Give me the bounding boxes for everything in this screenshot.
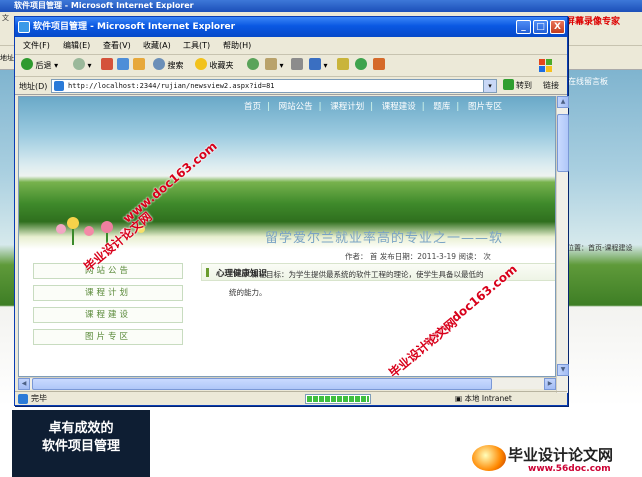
menu-file[interactable]: 文件(F) [23, 40, 50, 51]
forward-button[interactable]: ▾ [73, 58, 92, 73]
vertical-scroll-thumb[interactable] [557, 114, 569, 172]
article-body-line-2: 统的能力。 [229, 288, 267, 297]
research-icon [373, 58, 385, 70]
section-marker [206, 268, 209, 277]
search-button[interactable]: 搜索 [153, 58, 184, 73]
mail-button[interactable]: ▾ [265, 58, 284, 73]
ie-titlebar[interactable]: 软件项目管理 - Microsoft Internet Explorer _ □… [15, 17, 567, 37]
status-text: 完毕 [31, 394, 47, 403]
forward-arrow-icon [73, 58, 85, 70]
outer-window-titlebar: 软件项目管理 - Microsoft Internet Explorer [0, 0, 642, 12]
back-button[interactable]: 后退 ▾ [21, 58, 58, 73]
side-menu: 网站公告 课程计划 课程建设 图片专区 [33, 263, 185, 353]
menu-edit[interactable]: 编辑(E) [63, 40, 90, 51]
mail-icon [265, 58, 277, 70]
promo-line-1: 卓有成效的 [48, 421, 114, 436]
progress-bar [305, 394, 371, 404]
print-icon [291, 58, 303, 70]
edit-icon [309, 58, 321, 70]
menu-view[interactable]: 查看(V) [103, 40, 131, 51]
scroll-right-button[interactable]: ▶ [544, 378, 556, 390]
ad-brand-title: 毕业设计论文网 [508, 446, 614, 464]
address-label: 地址(D) [19, 82, 48, 91]
stop-button[interactable] [101, 58, 113, 73]
progress-fill [307, 396, 369, 402]
nav-gallery[interactable]: 图片专区 [468, 102, 502, 112]
horizontal-scroll-thumb[interactable] [32, 378, 492, 390]
horizontal-scrollbar[interactable]: ◀ ▶ [18, 377, 556, 390]
promo-banner: 卓有成效的 软件项目管理 [12, 410, 150, 477]
ie-title-text: 软件项目管理 - Microsoft Internet Explorer [33, 22, 236, 32]
side-item-course-plan[interactable]: 课程计划 [33, 285, 183, 301]
vertical-scrollbar[interactable]: ▲ ▼ [556, 96, 569, 393]
zone-label: 本地 Intranet [464, 394, 512, 403]
nav-course-building[interactable]: 课程建设 [382, 102, 416, 112]
page-icon [54, 81, 64, 91]
history-button[interactable] [247, 58, 259, 73]
nav-home[interactable]: 首页 [244, 102, 261, 112]
article-meta: 作者： 首 发布日期：2011-3-19 阅读： 次 [345, 252, 491, 261]
address-input[interactable]: http://localhost:2344/rujian/newsview2.a… [51, 79, 497, 93]
home-button[interactable] [133, 58, 145, 73]
scroll-left-button[interactable]: ◀ [18, 378, 30, 390]
print-button[interactable] [291, 58, 303, 73]
discuss-icon [337, 58, 349, 70]
nav-question-bank[interactable]: 题库 [433, 102, 450, 112]
nav-announcements[interactable]: 网站公告 [279, 102, 313, 112]
star-icon [195, 58, 207, 70]
scroll-down-button[interactable]: ▼ [557, 364, 569, 376]
back-label: 后退 [35, 61, 52, 70]
go-arrow-icon [503, 79, 514, 90]
done-icon [18, 394, 28, 404]
address-dropdown-button[interactable]: ▾ [483, 80, 496, 92]
side-item-course-building[interactable]: 课程建设 [33, 307, 183, 323]
side-item-announcements[interactable]: 网站公告 [33, 263, 183, 279]
discuss-button[interactable] [337, 58, 349, 73]
top-nav: 首页 | 网站公告 | 课程计划 | 课程建设 | 题库 | 图片专区 [244, 102, 502, 112]
ad-brand-url: www.56doc.com [528, 464, 611, 474]
ie-toolbar: 后退 ▾ ▾ 搜索 收藏夹 ▾ ▾ [15, 55, 567, 77]
nav-course-plan[interactable]: 课程计划 [330, 102, 364, 112]
refresh-button[interactable] [117, 58, 129, 73]
research-button[interactable] [373, 58, 385, 73]
menu-favorites[interactable]: 收藏(A) [143, 40, 171, 51]
refresh-icon [117, 58, 129, 70]
go-label: 转到 [516, 81, 532, 90]
scroll-up-button[interactable]: ▲ [557, 96, 569, 108]
messenger-icon [355, 58, 367, 70]
ad-brand: 毕业设计论文网 www.56doc.com [464, 440, 642, 477]
outer-nav-fragment[interactable]: 在线留言板 [568, 76, 642, 90]
home-icon [133, 58, 145, 70]
recorder-label: 屏幕录像专家 [566, 17, 621, 27]
address-value: http://localhost:2344/rujian/newsview2.a… [68, 82, 275, 90]
back-arrow-icon [21, 58, 33, 70]
close-button[interactable]: X [550, 20, 565, 34]
status-bar: 完毕 ▣ 本地 Intranet [15, 391, 567, 406]
outer-breadcrumb: 位置：首页-课程建设 [567, 244, 633, 252]
messenger-button[interactable] [355, 58, 367, 73]
side-item-gallery[interactable]: 图片专区 [33, 329, 183, 345]
search-label: 搜索 [167, 61, 184, 70]
ie-address-bar: 地址(D) http://localhost:2344/rujian/newsv… [15, 77, 567, 95]
edit-button[interactable]: ▾ [309, 58, 328, 73]
history-icon [247, 58, 259, 70]
go-button[interactable]: 转到 [503, 79, 537, 93]
article-title: 留学爱尔兰就业率高的专业之一——软 [265, 231, 504, 246]
minimize-button[interactable]: _ [516, 20, 531, 34]
article-body-line-1: 课程目标：为学生提供最系统的软件工程的理论，使学生具备以最低的 [251, 270, 484, 279]
outer-address-label: 地址 [0, 54, 14, 62]
ie-window: 软件项目管理 - Microsoft Internet Explorer _ □… [14, 16, 569, 406]
menu-help[interactable]: 帮助(H) [223, 40, 251, 51]
links-button[interactable]: 链接 [543, 79, 559, 93]
menu-tools[interactable]: 工具(T) [183, 40, 210, 51]
stop-icon [101, 58, 113, 70]
promo-line-2: 软件项目管理 [41, 439, 120, 454]
ie-menubar: 文件(F) 编辑(E) 查看(V) 收藏(A) 工具(T) 帮助(H) [15, 37, 567, 72]
ie-app-icon [18, 21, 30, 33]
search-icon [153, 58, 165, 70]
favorites-button[interactable]: 收藏夹 [195, 58, 234, 73]
maximize-button[interactable]: □ [533, 20, 548, 34]
security-zone: ▣ 本地 Intranet [455, 392, 512, 406]
favorites-label: 收藏夹 [209, 61, 234, 70]
